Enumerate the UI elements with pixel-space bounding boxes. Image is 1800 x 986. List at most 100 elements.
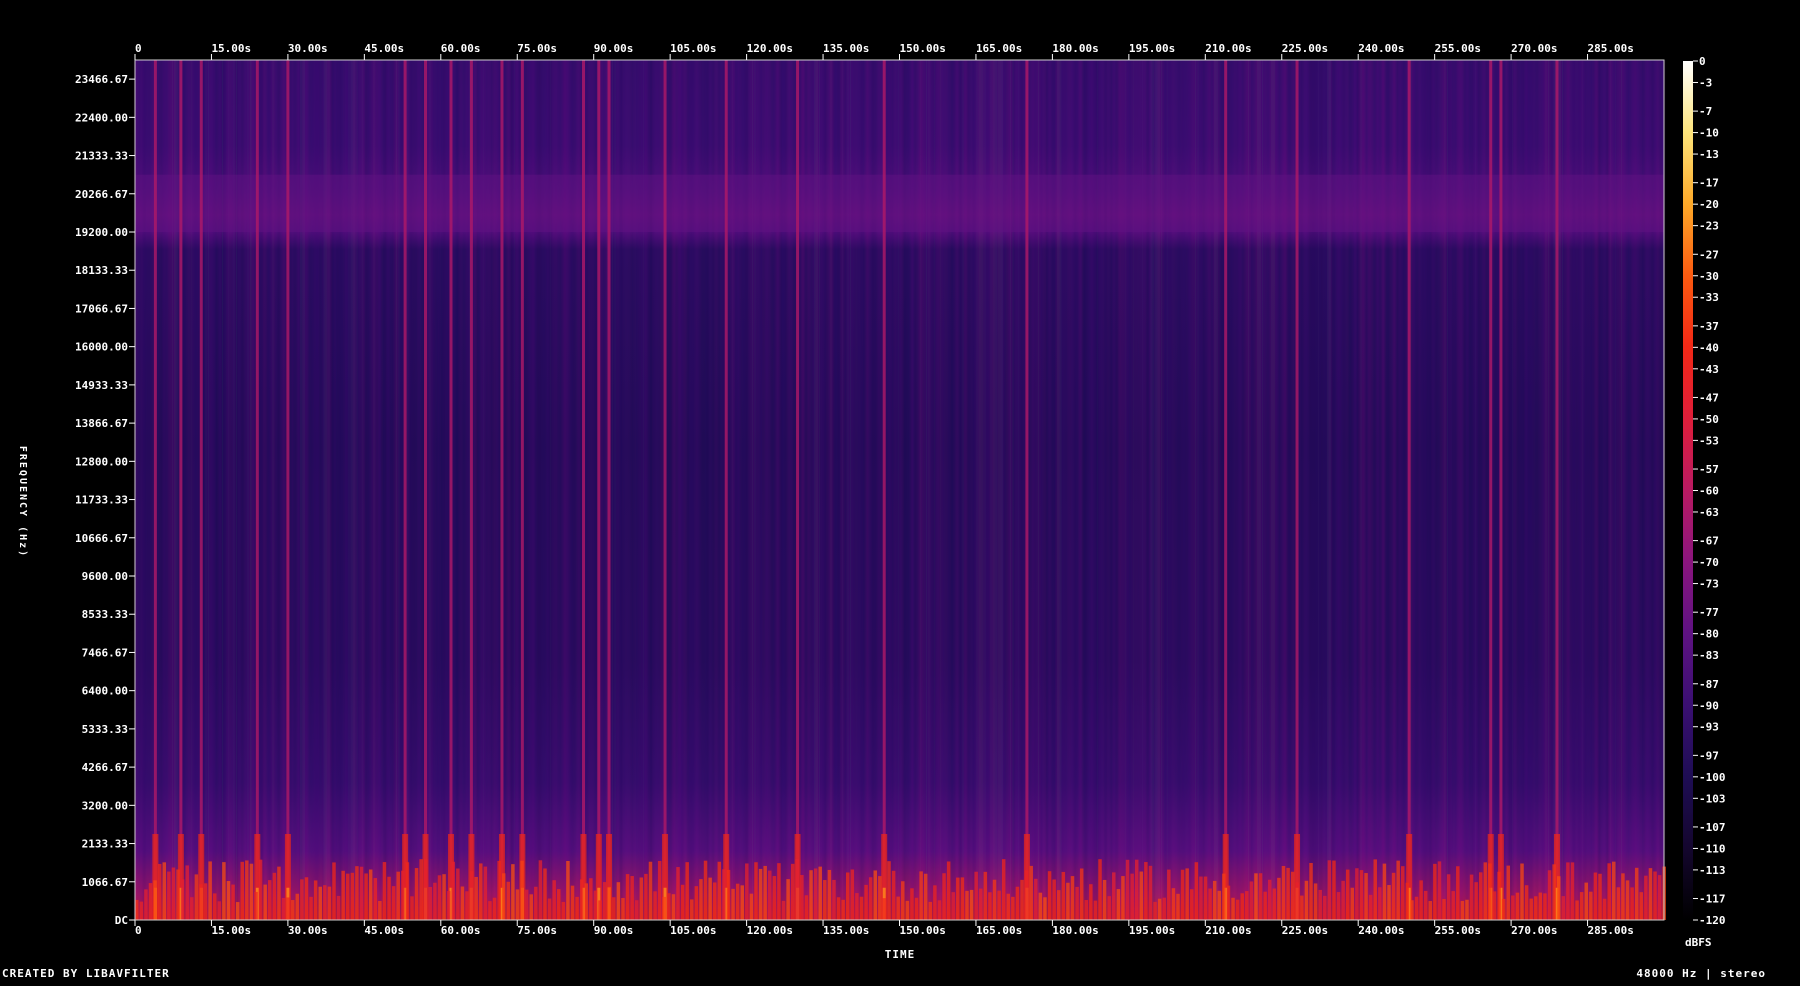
- low-energy-cell: [263, 884, 267, 920]
- x-tick-label-bottom: 90.00s: [594, 924, 634, 937]
- low-energy-cell: [1043, 897, 1047, 920]
- low-energy-cell: [281, 897, 286, 920]
- low-energy-cell: [896, 896, 900, 920]
- low-energy-cell: [1121, 876, 1125, 920]
- low-energy-cell: [1414, 896, 1419, 920]
- low-energy-cell: [557, 889, 561, 920]
- low-energy-cell: [634, 900, 639, 920]
- colorbar-tick-label: -83: [1699, 649, 1719, 662]
- low-energy-cell: [933, 885, 937, 920]
- low-energy-cell: [359, 866, 364, 920]
- colorbar-tick-label: -20: [1699, 198, 1719, 211]
- colorbar-gradient: [1683, 61, 1693, 920]
- low-energy-cell: [777, 863, 781, 920]
- low-energy-cell: [607, 886, 611, 920]
- transient-line: [1224, 60, 1228, 920]
- low-energy-cell: [1483, 862, 1488, 920]
- low-energy-cell: [1639, 892, 1644, 920]
- colorbar-tick-label: 0: [1699, 55, 1706, 68]
- transient-line: [153, 60, 157, 920]
- low-energy-cell: [506, 881, 511, 920]
- x-tick-label-bottom: 180.00s: [1052, 924, 1098, 937]
- low-energy-cell: [1368, 894, 1373, 920]
- low-energy-cell: [323, 885, 327, 920]
- x-tick-label-top: 75.00s: [517, 42, 557, 55]
- low-energy-cell: [1130, 873, 1134, 920]
- low-energy-cell: [1460, 900, 1465, 920]
- x-tick-label-bottom: 60.00s: [441, 924, 481, 937]
- low-energy-cell: [648, 861, 653, 920]
- colorbar-tick-label: -7: [1699, 105, 1712, 118]
- low-energy-cell: [226, 881, 231, 920]
- low-energy-cell: [1575, 900, 1579, 920]
- low-energy-cell: [694, 886, 699, 920]
- colorbar-tick-label: -73: [1699, 578, 1719, 591]
- low-energy-cell: [1534, 896, 1538, 920]
- low-energy-cell: [1387, 885, 1391, 920]
- x-tick-label-top: 120.00s: [747, 42, 793, 55]
- low-energy-cell: [584, 883, 589, 920]
- low-energy-cell: [414, 868, 419, 920]
- colorbar-tick-label: -60: [1699, 485, 1719, 498]
- low-energy-cell: [644, 873, 648, 920]
- low-energy-cell: [1433, 863, 1437, 920]
- low-energy-cell: [937, 900, 942, 920]
- low-energy-cell: [1579, 892, 1584, 920]
- x-tick-label-bottom: 210.00s: [1205, 924, 1251, 937]
- colorbar-tick-label: -70: [1699, 556, 1719, 569]
- transient-line: [882, 60, 886, 920]
- low-energy-cell: [1240, 893, 1244, 920]
- transient-line: [1489, 60, 1493, 920]
- low-energy-cell: [662, 896, 667, 920]
- low-energy-cell: [1607, 863, 1611, 920]
- low-energy-cell: [492, 897, 497, 920]
- low-energy-cell: [570, 885, 575, 920]
- x-tick-label-top: 195.00s: [1129, 42, 1175, 55]
- low-energy-cell: [1529, 898, 1533, 920]
- low-energy-cell: [446, 891, 451, 920]
- low-energy-cell: [735, 883, 740, 920]
- low-energy-cell: [1474, 882, 1478, 920]
- x-tick-label-bottom: 15.00s: [211, 924, 251, 937]
- low-energy-cell: [1327, 860, 1332, 920]
- x-tick-label-top: 135.00s: [823, 42, 869, 55]
- y-tick-label: 18133.33: [75, 264, 128, 277]
- low-energy-cell: [1226, 885, 1231, 920]
- low-energy-cell: [368, 869, 373, 920]
- y-tick-label: 13866.67: [75, 417, 128, 430]
- x-tick-label-top: 225.00s: [1282, 42, 1328, 55]
- low-energy-cell: [983, 871, 988, 920]
- low-energy-cell: [703, 860, 708, 920]
- low-energy-cell: [547, 898, 552, 920]
- low-energy-cell: [786, 879, 790, 920]
- x-tick-label-top: 45.00s: [364, 42, 404, 55]
- low-energy-cell: [483, 866, 488, 920]
- x-tick-label-top: 285.00s: [1588, 42, 1634, 55]
- low-energy-cell: [887, 861, 891, 920]
- low-energy-cell: [1034, 878, 1038, 920]
- low-energy-cell: [1410, 900, 1414, 920]
- low-energy-cell: [520, 860, 524, 920]
- low-energy-cell: [167, 871, 171, 920]
- x-tick-label-bottom: 45.00s: [364, 924, 404, 937]
- colorbar-tick-label: -27: [1699, 248, 1719, 261]
- low-energy-cell: [258, 859, 263, 920]
- low-energy-cell: [1139, 871, 1144, 920]
- x-tick-label-top: 30.00s: [288, 42, 328, 55]
- transient-line: [597, 60, 601, 920]
- y-tick-label: DC: [115, 914, 128, 927]
- y-tick-label: 21333.33: [75, 150, 128, 163]
- low-energy-cell: [680, 884, 685, 920]
- colorbar-tick-label: -40: [1699, 341, 1719, 354]
- transient-line: [607, 60, 611, 920]
- spectrogram-view: 0 15.00s 30.00s 45.00s 60.00s 75.00s 90.00s 105…: [0, 0, 1800, 982]
- low-energy-cell: [671, 894, 676, 920]
- spectrogram-plot-area: [134, 59, 1666, 921]
- low-energy-cell: [378, 900, 382, 920]
- low-energy-cell: [708, 877, 712, 920]
- low-energy-cell: [1024, 870, 1029, 920]
- low-energy-cell: [1478, 872, 1483, 920]
- low-energy-cell: [336, 895, 341, 920]
- y-tick-label: 19200.00: [75, 226, 128, 239]
- transient-line: [520, 60, 524, 920]
